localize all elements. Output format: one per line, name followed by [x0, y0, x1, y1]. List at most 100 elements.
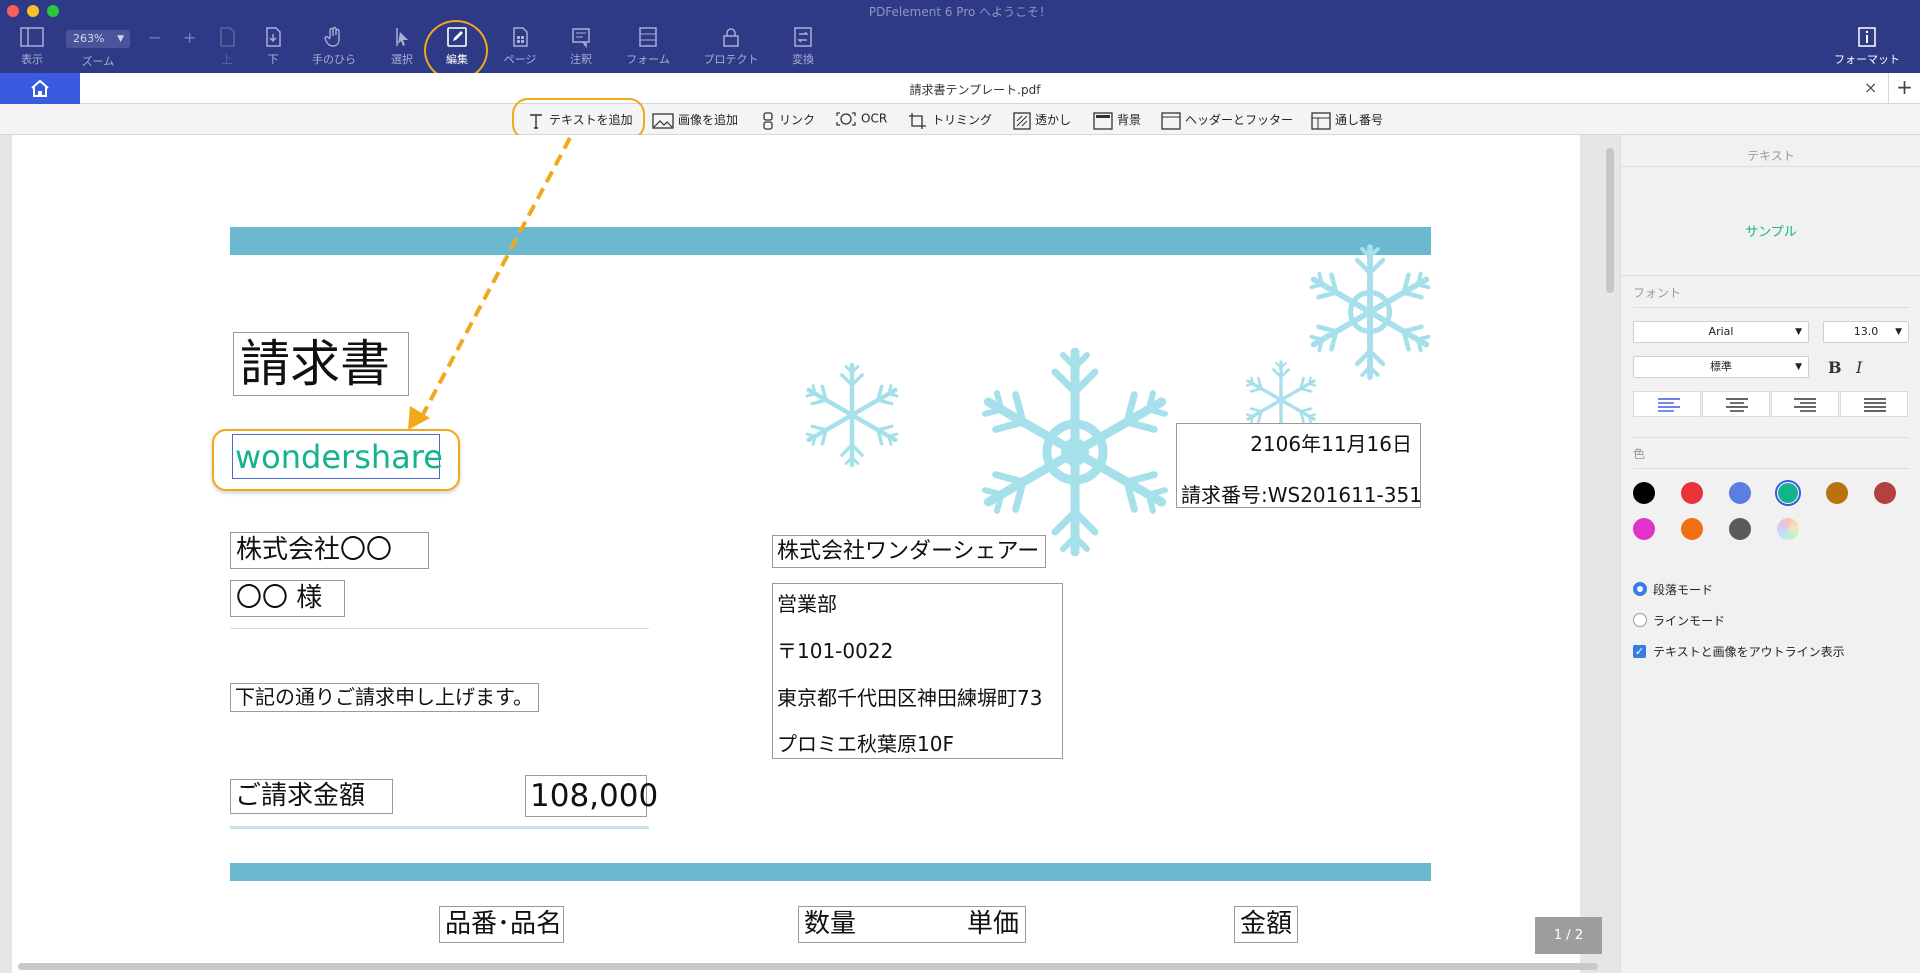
font-family-select[interactable]: Arial ▼ [1633, 321, 1809, 343]
align-justify-icon [1864, 398, 1886, 412]
date-invoice-box[interactable]: 2106年11月16日 請求番号:WS201611-351 [1176, 423, 1422, 508]
color-swatch-red[interactable] [1681, 482, 1703, 504]
page-indicator: 1 / 2 [1535, 917, 1602, 954]
font-style-select[interactable]: 標準 ▼ [1633, 356, 1809, 378]
hand-tool-button[interactable]: 手のひら [304, 26, 364, 67]
background-button[interactable]: 背景 [1093, 111, 1141, 130]
font-size-select[interactable]: 13.0 ▼ [1823, 321, 1909, 343]
tab-bar: 請求書テンプレート.pdf × + [0, 73, 1920, 104]
outline-checkbox[interactable]: ✓ [1633, 645, 1646, 658]
invoice-message[interactable]: 下記の通りご請求申し上げます。 [230, 683, 539, 712]
vendor-address-box[interactable]: 営業部 〒101-0022 東京都千代田区神田練塀町73 プロミエ秋葉原10F [772, 583, 1063, 759]
wondershare-text: wondershare [235, 438, 443, 476]
comment-tool-button[interactable]: 注釈 [551, 26, 611, 67]
align-center-button[interactable] [1702, 391, 1770, 417]
view-label: 表示 [21, 53, 43, 66]
column-item[interactable]: 品番･品名 [439, 906, 564, 943]
header-footer-icon [1161, 111, 1181, 130]
wondershare-text-box[interactable]: wondershare [232, 434, 443, 479]
divider [1621, 275, 1920, 276]
image-icon [652, 112, 674, 129]
add-image-button[interactable]: 画像を追加 [652, 111, 738, 129]
new-tab-button[interactable]: + [1888, 73, 1920, 104]
zoom-out-button[interactable]: − [148, 28, 161, 47]
vertical-scrollbar[interactable] [1606, 148, 1614, 293]
client-person[interactable]: 〇〇 様 [230, 580, 345, 617]
column-qty: 数量 [804, 909, 857, 939]
format-label: フォーマット [1834, 53, 1900, 66]
amount-value[interactable]: 108,000 [525, 775, 658, 817]
invoice-date: 2106年11月16日 [1250, 432, 1412, 456]
watermark-button[interactable]: 透かし [1013, 111, 1071, 130]
color-swatch-dark-red[interactable] [1874, 482, 1896, 504]
format-button[interactable]: フォーマット [1824, 26, 1910, 67]
color-swatch-gray[interactable] [1729, 518, 1751, 540]
hand-tool-label: 手のひら [312, 53, 356, 66]
color-picker-wheel[interactable] [1777, 518, 1799, 540]
protect-tool-label: プロテクト [703, 53, 759, 66]
main-toolbar: PDFelement 6 Pro へようこそ！ 表示 263% ▼ ズーム − +… [0, 0, 1920, 73]
trim-button[interactable]: トリミング [908, 111, 992, 130]
protect-tool-button[interactable]: プロテクト [701, 26, 761, 67]
client-company[interactable]: 株式会社〇〇 [230, 532, 429, 569]
view-button[interactable]: 表示 [2, 26, 62, 67]
font-sample: サンプル [1745, 225, 1797, 240]
column-amount[interactable]: 金額 [1234, 906, 1298, 943]
ocr-label: OCR [861, 111, 888, 126]
align-left-button[interactable] [1633, 391, 1701, 417]
trim-label: トリミング [932, 113, 993, 127]
zoom-window-button[interactable] [47, 5, 59, 17]
form-icon [639, 27, 657, 47]
amount-label[interactable]: ご請求金額 [230, 779, 393, 814]
page-up-icon [220, 27, 235, 47]
close-tab-button[interactable]: × [1864, 78, 1877, 97]
color-swatch-blue[interactable] [1729, 482, 1751, 504]
column-qty-unit-box[interactable]: 数量 単価 [798, 906, 1026, 943]
select-tool-button[interactable]: 選択 [372, 26, 432, 67]
font-section-label: フォント [1633, 286, 1682, 300]
align-justify-button[interactable] [1840, 391, 1908, 417]
color-swatch-orange[interactable] [1681, 518, 1703, 540]
invoice-heading[interactable]: 請求書 [233, 332, 409, 396]
line-mode-radio[interactable] [1633, 613, 1647, 627]
vendor-company[interactable]: 株式会社ワンダーシェアー [772, 535, 1046, 568]
minimize-window-button[interactable] [27, 5, 39, 17]
column-unit: 単価 [967, 909, 1020, 939]
link-button[interactable]: リンク [761, 111, 815, 130]
header-footer-button[interactable]: ヘッダーとフッター [1161, 111, 1293, 130]
color-swatch-brown[interactable] [1826, 482, 1848, 504]
zoom-in-button[interactable]: + [183, 28, 196, 47]
page-tool-label: ページ [503, 53, 537, 66]
bates-icon [1311, 111, 1331, 130]
add-image-label: 画像を追加 [678, 113, 739, 127]
form-tool-button[interactable]: フォーム [618, 26, 678, 67]
invoice-number: 請求番号:WS201611-351 [1181, 483, 1422, 507]
convert-tool-button[interactable]: 変換 [773, 26, 833, 67]
document-tab-title[interactable]: 請求書テンプレート.pdf [0, 81, 1920, 98]
color-swatch-black[interactable] [1633, 482, 1655, 504]
horizontal-scrollbar[interactable] [18, 963, 1598, 970]
color-swatch-green[interactable] [1778, 483, 1798, 503]
outline-option-label: テキストと画像をアウトライン表示 [1653, 645, 1845, 659]
align-right-button[interactable] [1771, 391, 1839, 417]
page-tool-button[interactable]: ページ [490, 26, 550, 67]
form-tool-label: フォーム [626, 53, 670, 66]
zoom-select[interactable]: 263% ▼ [66, 30, 130, 48]
font-family-value: Arial [1708, 325, 1734, 338]
chevron-down-icon: ▼ [1895, 327, 1902, 337]
annotation-arrow [408, 137, 572, 430]
page-down-button[interactable]: 下 [243, 26, 303, 67]
font-size-value: 13.0 [1853, 325, 1879, 338]
paragraph-mode-radio[interactable] [1633, 582, 1647, 596]
align-center-icon [1726, 398, 1748, 412]
header-footer-label: ヘッダーとフッター [1185, 113, 1294, 127]
bold-button[interactable]: B [1828, 358, 1842, 377]
background-label: 背景 [1117, 113, 1142, 127]
ocr-button[interactable]: OCR [835, 111, 887, 127]
color-swatch-magenta[interactable] [1633, 518, 1655, 540]
divider [1621, 166, 1920, 167]
ocr-icon [836, 112, 856, 126]
close-window-button[interactable] [7, 5, 19, 17]
italic-button[interactable]: I [1856, 358, 1862, 377]
bates-number-button[interactable]: 通し番号 [1311, 111, 1383, 130]
